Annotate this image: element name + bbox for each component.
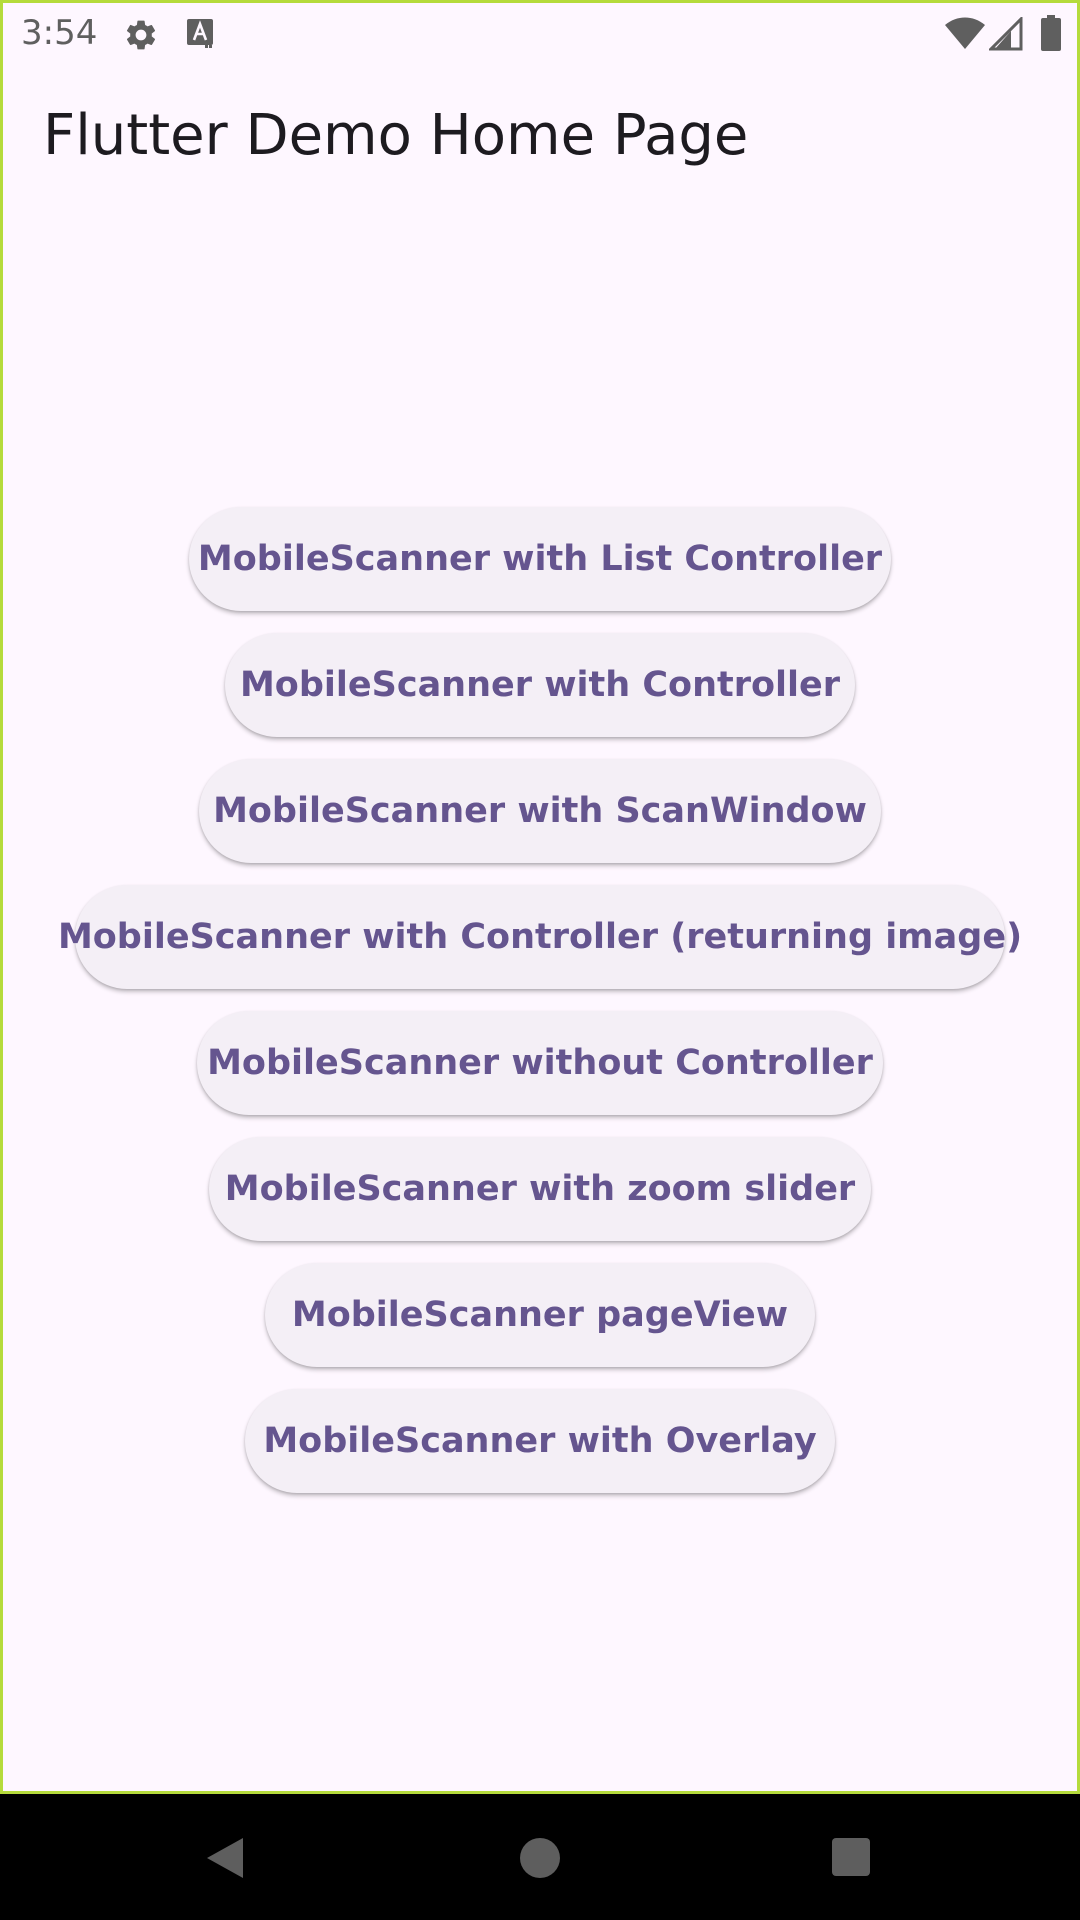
without-controller-button[interactable]: MobileScanner without Controller (197, 1011, 883, 1115)
wifi-icon (945, 17, 985, 49)
zoom-slider-button[interactable]: MobileScanner with zoom slider (209, 1137, 871, 1241)
controller-returning-image-button[interactable]: MobileScanner with Controller (returning… (58, 885, 1022, 989)
overlay-button[interactable]: MobileScanner with Overlay (245, 1389, 835, 1493)
controller-button[interactable]: MobileScanner with Controller (225, 633, 855, 737)
signal-icon (989, 17, 1023, 51)
scan-window-button[interactable]: MobileScanner with ScanWindow (199, 759, 881, 863)
list-controller-button[interactable]: MobileScanner with List Controller (189, 507, 891, 611)
back-icon[interactable] (205, 1836, 245, 1880)
status-time: 3:54 (21, 13, 98, 53)
app-screen: 3:54 Flutter Demo Home Page MobileScanne… (0, 0, 1080, 1794)
page-view-button[interactable]: MobileScanner pageView (265, 1263, 815, 1367)
a-icon (187, 19, 213, 48)
home-icon[interactable] (520, 1838, 560, 1878)
page-title: Flutter Demo Home Page (43, 103, 749, 168)
gear-icon (126, 20, 156, 50)
recents-icon[interactable] (832, 1838, 870, 1876)
battery-icon (1041, 15, 1061, 51)
status-bar: 3:54 (3, 3, 1077, 66)
navigation-bar (0, 1794, 1080, 1920)
